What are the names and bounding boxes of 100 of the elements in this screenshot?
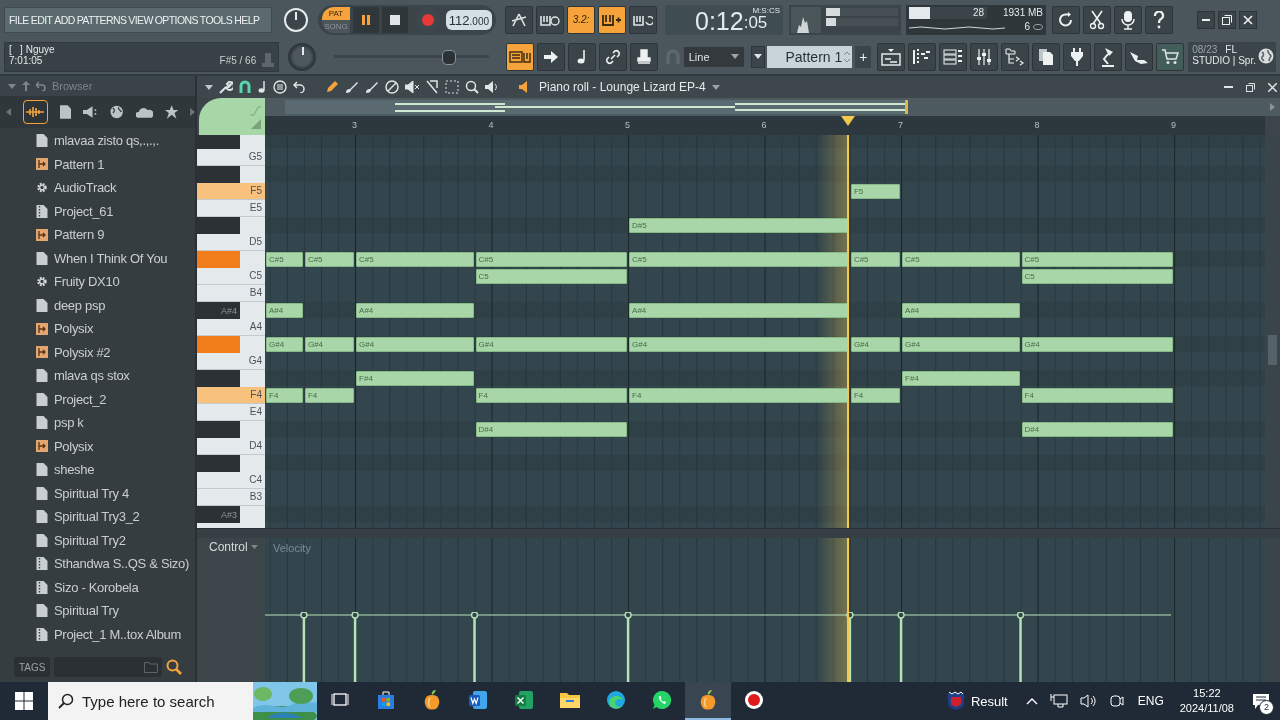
- browser-item[interactable]: deep psp: [0, 293, 195, 317]
- documents-icon[interactable]: [59, 105, 72, 119]
- toolbar-button[interactable]: [877, 42, 906, 71]
- velocity-stem[interactable]: [1016, 612, 1025, 682]
- sharp-key[interactable]: [197, 217, 265, 234]
- close-button[interactable]: [1239, 10, 1257, 29]
- piano-key[interactable]: C4: [197, 472, 265, 489]
- restore-button[interactable]: [1218, 10, 1236, 29]
- note[interactable]: A#4: [629, 303, 849, 318]
- cloud-icon[interactable]: [135, 106, 153, 118]
- menu-item[interactable]: TOOLS: [199, 13, 233, 26]
- control-dropdown[interactable]: Control: [209, 540, 258, 554]
- toolbar-button[interactable]: [1063, 42, 1092, 71]
- help-button[interactable]: [1145, 5, 1173, 34]
- toolbar-toggle[interactable]: [598, 42, 627, 71]
- tags-button[interactable]: TAGS: [14, 657, 51, 677]
- toolbar-toggle[interactable]: [505, 5, 533, 34]
- wrench-icon[interactable]: [219, 80, 233, 94]
- browser-item[interactable]: mlava qs stox: [0, 364, 195, 388]
- note[interactable]: F#4: [902, 371, 1020, 386]
- menu-item[interactable]: OPTIONS: [154, 13, 198, 26]
- undo-icon[interactable]: [293, 81, 305, 93]
- note[interactable]: G#4: [356, 337, 474, 352]
- pattern-menu-button[interactable]: [750, 45, 765, 68]
- toolbar-button[interactable]: [1032, 42, 1061, 71]
- toolbar-button[interactable]: [939, 42, 968, 71]
- note[interactable]: F4: [475, 388, 628, 403]
- browser-item[interactable]: Polysix: [0, 317, 195, 341]
- toolbar-toggle[interactable]: [629, 42, 658, 71]
- browser-item[interactable]: Fruity DX10: [0, 270, 195, 294]
- note[interactable]: G#4: [902, 337, 1020, 352]
- add-pattern-button[interactable]: +: [855, 45, 872, 68]
- browser-item[interactable]: Project_1 M..tox Album: [0, 622, 195, 646]
- star-icon[interactable]: [164, 105, 179, 119]
- toolbar-button[interactable]: [1094, 42, 1123, 71]
- browser-item[interactable]: Project_2: [0, 387, 195, 411]
- chevron-up-icon[interactable]: [1025, 697, 1038, 705]
- note[interactable]: C#5: [850, 252, 901, 267]
- note[interactable]: G#4: [850, 337, 901, 352]
- sharp-key[interactable]: A#4: [197, 302, 265, 319]
- toolbar-button[interactable]: [1156, 42, 1185, 71]
- browser-item[interactable]: mlavaa zisto qs,.,.,.: [0, 129, 195, 153]
- note[interactable]: C#5: [356, 252, 474, 267]
- browser-item[interactable]: When I Think Of You: [0, 246, 195, 270]
- note[interactable]: C#5: [475, 252, 628, 267]
- tempo-field[interactable]: 112.000: [445, 9, 492, 30]
- menu-item[interactable]: HELP: [234, 13, 260, 26]
- network-icon[interactable]: [1049, 693, 1068, 709]
- note[interactable]: F4: [629, 388, 849, 403]
- velocity-stem[interactable]: [351, 612, 359, 682]
- note[interactable]: F4: [1021, 388, 1174, 403]
- volume-icon[interactable]: [1079, 694, 1098, 708]
- scissors-button[interactable]: [1083, 5, 1111, 34]
- mute-icon[interactable]: [405, 80, 419, 94]
- piano-key[interactable]: B4: [197, 285, 265, 302]
- magnet-icon[interactable]: [239, 80, 251, 94]
- snap-dropdown[interactable]: Line: [683, 46, 744, 67]
- speaker-icon[interactable]: [83, 106, 99, 118]
- toolbar-toggle[interactable]: 3.2:: [567, 5, 595, 34]
- volume-knob[interactable]: [284, 7, 308, 32]
- toolbar-toggle[interactable]: [505, 42, 534, 71]
- piano-roll-corner-tab[interactable]: [199, 98, 265, 135]
- velocity-stem[interactable]: [897, 612, 905, 682]
- pattern-selector[interactable]: Pattern 1: [766, 45, 853, 68]
- note[interactable]: C#5: [629, 252, 849, 267]
- velocity-stem[interactable]: [300, 612, 308, 682]
- piano-key[interactable]: G5: [197, 149, 265, 166]
- browser-item[interactable]: Sizo - Korobela: [0, 575, 195, 599]
- note[interactable]: A#4: [266, 303, 303, 318]
- menu-item[interactable]: PATTERNS: [76, 13, 127, 26]
- speaker-icon[interactable]: [485, 80, 499, 94]
- browser-item[interactable]: Sthandwa S..QS & Sizo): [0, 552, 195, 576]
- menu-circle-icon[interactable]: [273, 80, 287, 94]
- piano-key[interactable]: E5: [197, 200, 265, 217]
- toolbar-button[interactable]: [1001, 42, 1030, 71]
- piano-key[interactable]: D4: [197, 438, 265, 455]
- browser-item[interactable]: Pattern 1: [0, 152, 195, 176]
- toolbar-toggle[interactable]: [536, 5, 564, 34]
- piano-key[interactable]: E4: [197, 404, 265, 421]
- mode-toggle[interactable]: PAT: [322, 6, 350, 20]
- sharp-key[interactable]: [197, 421, 265, 438]
- note[interactable]: F#4: [356, 371, 474, 386]
- sharp-key[interactable]: [197, 135, 265, 149]
- browser-item[interactable]: Polysix: [0, 434, 195, 458]
- language-indicator[interactable]: ENG: [1137, 694, 1164, 708]
- waveform-tab[interactable]: [22, 100, 48, 124]
- pause-button[interactable]: [352, 6, 379, 33]
- note[interactable]: C#5: [1021, 252, 1174, 267]
- clock[interactable]: 15:22 2024/11/08: [1179, 686, 1234, 716]
- browser-item[interactable]: Project_61: [0, 199, 195, 223]
- toolbar-toggle[interactable]: [598, 5, 626, 34]
- toolbar-button[interactable]: [1125, 42, 1154, 71]
- pattern-overview[interactable]: [265, 98, 1265, 116]
- note[interactable]: G#4: [629, 337, 849, 352]
- microphone-button[interactable]: [1114, 5, 1142, 34]
- note[interactable]: C#5: [902, 252, 1020, 267]
- note[interactable]: D#4: [475, 422, 628, 437]
- velocity-stem[interactable]: [470, 612, 479, 682]
- note[interactable]: A#4: [356, 303, 474, 318]
- toolbar-button[interactable]: [908, 42, 937, 71]
